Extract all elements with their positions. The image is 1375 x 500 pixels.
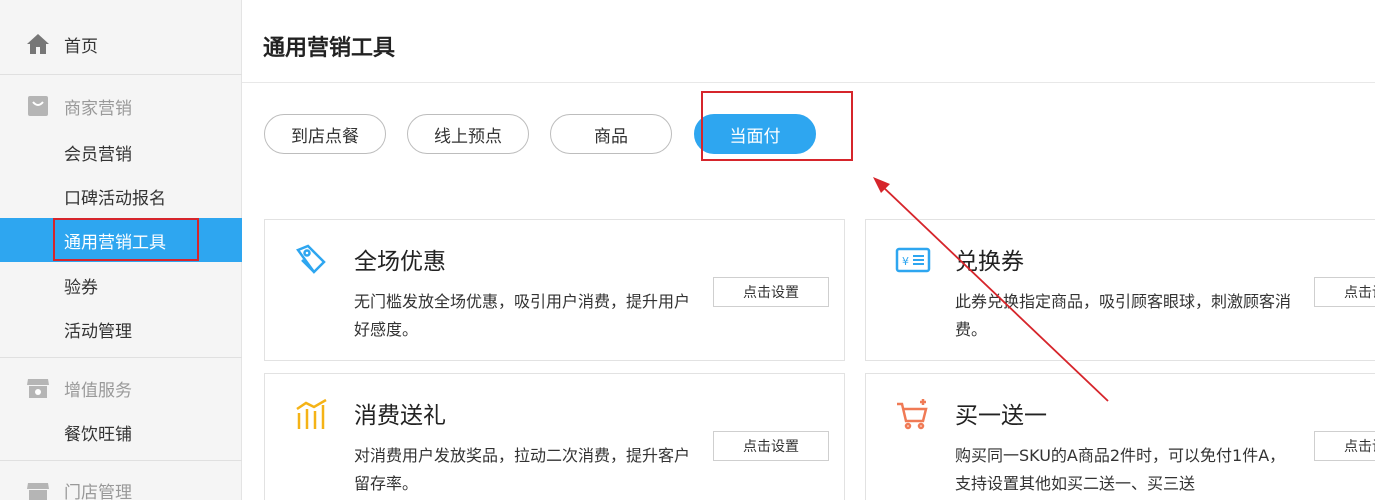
- sidebar-item-label: 口碑活动报名: [64, 188, 166, 209]
- sidebar-item-label: 验券: [64, 277, 98, 298]
- annotation-highlight-tab: [701, 91, 853, 161]
- sidebar-item-home[interactable]: 首页: [0, 22, 242, 66]
- card-title: 买一送一: [955, 403, 1047, 429]
- sidebar-section-merchant-marketing[interactable]: 商家营销: [0, 84, 242, 128]
- tab-online-preorder[interactable]: 线上预点: [407, 114, 529, 154]
- discount-tag-icon: [292, 240, 332, 280]
- card-title: 消费送礼: [354, 403, 446, 429]
- page-title: 通用营销工具: [263, 36, 396, 61]
- shopping-bag-icon: [26, 94, 50, 118]
- gift-bars-icon: [292, 394, 332, 434]
- card-description: 购买同一SKU的A商品2件时，可以免付1件A，支持设置其他如买二送一、买三送: [955, 446, 1286, 493]
- card-title: 兑换券: [955, 249, 1024, 275]
- cart-plus-icon: [893, 394, 933, 434]
- setup-button[interactable]: 点击设置: [1314, 277, 1375, 307]
- tool-card-spend-gift: 消费送礼 对消费用户发放奖品，拉动二次消费，提升客户留存率。 点击设置: [264, 373, 845, 500]
- tab-products[interactable]: 商品: [550, 114, 672, 154]
- svg-text:¥: ¥: [902, 255, 909, 268]
- setup-button[interactable]: 点击设置: [713, 431, 829, 461]
- sidebar-section-label: 商家营销: [64, 98, 132, 119]
- setup-button[interactable]: 点击设置: [1314, 431, 1375, 461]
- sidebar-item-label: 餐饮旺铺: [64, 424, 132, 445]
- sidebar-section-store-manage[interactable]: 门店管理: [0, 468, 242, 500]
- sidebar-section-value-added[interactable]: 增值服务: [0, 366, 242, 410]
- sidebar-item-member-marketing[interactable]: 会员营销: [0, 130, 242, 174]
- sidebar-item-label: 活动管理: [64, 321, 132, 342]
- storefront-icon: [26, 376, 50, 400]
- sidebar-divider: [0, 74, 242, 75]
- tool-card-store-discount: 全场优惠 无门槛发放全场优惠，吸引用户消费，提升用户好感度。 点击设置: [264, 219, 845, 361]
- sidebar-divider: [0, 357, 242, 358]
- card-description: 无门槛发放全场优惠，吸引用户消费，提升用户好感度。: [354, 292, 691, 339]
- annotation-highlight-sidebar: [53, 218, 199, 261]
- sidebar-section-label: 增值服务: [64, 380, 132, 401]
- sidebar-item-catering[interactable]: 餐饮旺铺: [0, 410, 242, 454]
- sidebar-item-coupon-verify[interactable]: 验券: [0, 263, 242, 307]
- card-description: 对消费用户发放奖品，拉动二次消费，提升客户留存率。: [354, 446, 691, 493]
- tool-card-buy-one-get-one: 买一送一 购买同一SKU的A商品2件时，可以免付1件A，支持设置其他如买二送一、…: [865, 373, 1375, 500]
- sidebar-item-label: 会员营销: [64, 144, 132, 165]
- setup-button[interactable]: 点击设置: [713, 277, 829, 307]
- home-icon: [26, 32, 50, 56]
- sidebar-item-koubei-signup[interactable]: 口碑活动报名: [0, 174, 242, 218]
- sidebar-item-activity-manage[interactable]: 活动管理: [0, 307, 242, 351]
- tab-dine-in-order[interactable]: 到店点餐: [264, 114, 386, 154]
- sidebar-section-label: 门店管理: [64, 482, 132, 500]
- sidebar-divider: [0, 460, 242, 461]
- store-icon: [26, 478, 50, 500]
- header-divider: [242, 82, 1375, 83]
- card-title: 全场优惠: [354, 249, 446, 275]
- card-description: 此券兑换指定商品，吸引顾客眼球，刺激顾客消费。: [955, 292, 1292, 339]
- sidebar-item-label: 首页: [64, 36, 98, 57]
- yen-voucher-icon: ¥: [893, 240, 933, 280]
- tool-card-exchange-voucher: ¥ 兑换券 此券兑换指定商品，吸引顾客眼球，刺激顾客消费。 点击设置: [865, 219, 1375, 361]
